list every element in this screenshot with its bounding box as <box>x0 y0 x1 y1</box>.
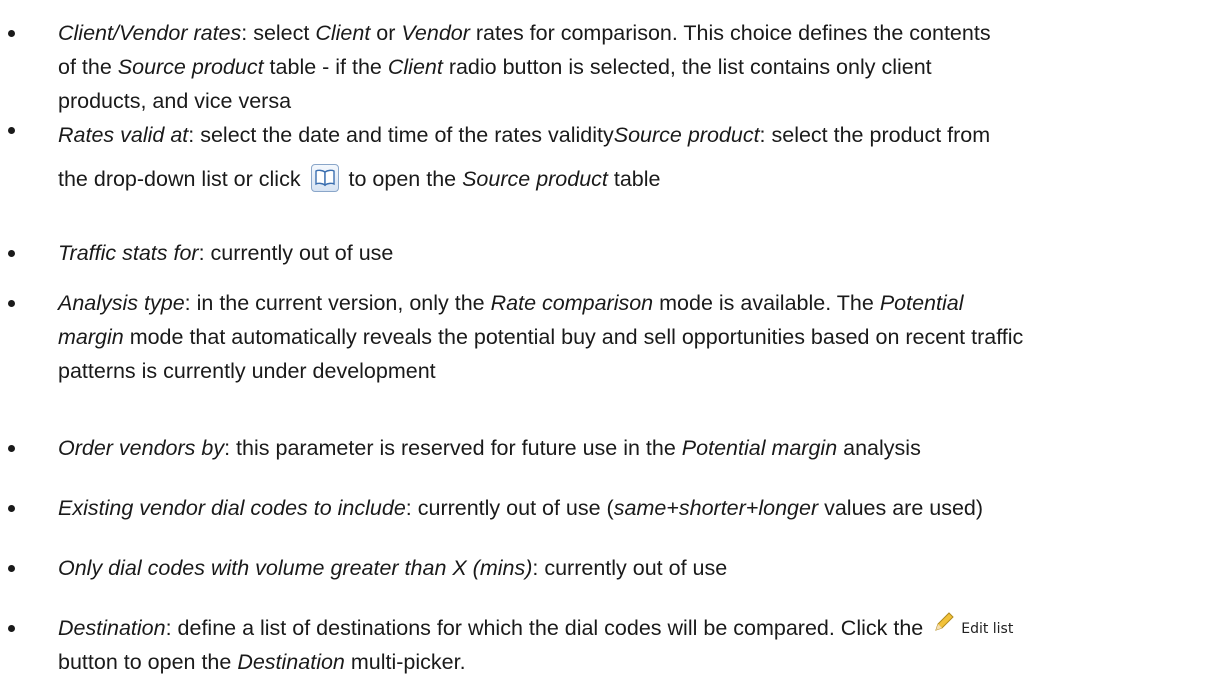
list-item: Order vendors by: this parameter is rese… <box>8 431 1231 465</box>
text-line: Analysis type: in the current version, o… <box>58 286 1231 320</box>
italic-term: Source product <box>117 55 264 79</box>
italic-term: Client <box>315 21 371 45</box>
italic-term: Rates valid at <box>58 123 189 147</box>
list-item: Traffic stats for: currently out of use <box>8 236 1231 270</box>
body-text: : select the product from <box>759 123 991 147</box>
body-text: products, and vice versa <box>58 89 292 113</box>
text-line: Rates valid at: select the date and time… <box>58 113 1231 157</box>
text-line: of the Source product table - if the Cli… <box>58 50 1231 84</box>
body-text: the drop-down list or click <box>58 167 307 191</box>
text-line: button to open the Destination multi-pic… <box>58 645 1231 679</box>
italic-term: margin <box>58 325 124 349</box>
body-text: values are used) <box>818 496 984 520</box>
bullet-dot <box>8 445 15 452</box>
body-text: : currently out of use <box>198 241 394 265</box>
body-text: mode is available. The <box>653 291 880 315</box>
italic-term: Potential <box>879 291 964 315</box>
italic-term: Only dial codes with volume greater than… <box>58 556 533 580</box>
body-text: of the <box>58 55 118 79</box>
italic-term: Source product <box>462 167 608 191</box>
bullet-dot <box>8 565 15 572</box>
body-text: : select the date and time of the rates … <box>188 123 614 147</box>
text-line: margin mode that automatically reveals t… <box>58 320 1231 354</box>
bullet-dot <box>8 127 15 134</box>
body-text: table - if the <box>263 55 388 79</box>
body-text: : in the current version, only the <box>184 291 491 315</box>
text-line: Traffic stats for: currently out of use <box>58 236 1231 270</box>
text-line: the drop-down list or click to open the … <box>58 157 1231 201</box>
edit-list-label: Edit list <box>961 620 1014 637</box>
body-text: mode that automatically reveals the pote… <box>123 325 1024 349</box>
edit-list-button[interactable]: Edit list <box>933 611 1013 646</box>
body-text: : currently out of use ( <box>405 496 614 520</box>
list-item: Existing vendor dial codes to include: c… <box>8 491 1231 525</box>
italic-term: Order vendors by <box>58 436 225 460</box>
italic-term: Destination <box>58 616 166 640</box>
body-text: radio button is selected, the list conta… <box>442 55 932 79</box>
italic-term: Client/Vendor rates <box>58 21 242 45</box>
italic-term: Vendor <box>401 21 470 45</box>
bullet-dot <box>8 250 15 257</box>
bullet-dot <box>8 505 15 512</box>
bullet-dot <box>8 30 15 37</box>
body-text: : this parameter is reserved for future … <box>224 436 682 460</box>
body-text: : define a list of destinations for whic… <box>165 616 930 640</box>
italic-term: Source product <box>613 123 760 147</box>
italic-term: Existing vendor dial codes to include <box>58 496 406 520</box>
body-text: button to open the <box>58 650 238 674</box>
bullet-dot <box>8 300 15 307</box>
list-item: Only dial codes with volume greater than… <box>8 551 1231 585</box>
list-item: Analysis type: in the current version, o… <box>8 286 1231 388</box>
text-line: Only dial codes with volume greater than… <box>58 551 1231 585</box>
text-line: Destination: define a list of destinatio… <box>58 611 1231 645</box>
text-line: Client/Vendor rates: select Client or Ve… <box>58 16 1231 50</box>
italic-term: Traffic stats for <box>58 241 199 265</box>
body-text: analysis <box>837 436 921 460</box>
body-text: : currently out of use <box>532 556 728 580</box>
bullet-dot <box>8 625 15 632</box>
body-text: table <box>607 167 661 191</box>
italic-term: Analysis type <box>58 291 185 315</box>
book-icon[interactable] <box>310 164 339 192</box>
pencil-icon <box>933 611 955 646</box>
body-text: or <box>370 21 402 45</box>
body-text: to open the <box>342 167 463 191</box>
italic-term: same+shorter+longer <box>613 496 819 520</box>
body-text: patterns is currently under development <box>58 359 436 383</box>
list-item: Destination: define a list of destinatio… <box>8 611 1231 679</box>
text-line: Existing vendor dial codes to include: c… <box>58 491 1231 525</box>
text-line: patterns is currently under development <box>58 354 1231 388</box>
italic-term: Destination <box>237 650 345 674</box>
italic-term: Rate comparison <box>490 291 654 315</box>
list-item: Client/Vendor rates: select Client or Ve… <box>8 16 1231 118</box>
body-text: rates for comparison. This choice define… <box>469 21 991 45</box>
body-text: : select <box>241 21 316 45</box>
list-item: Rates valid at: select the date and time… <box>8 113 1231 201</box>
text-line: Order vendors by: this parameter is rese… <box>58 431 1231 465</box>
italic-term: Client <box>387 55 443 79</box>
body-text: multi-picker. <box>344 650 466 674</box>
italic-term: Potential margin <box>681 436 838 460</box>
